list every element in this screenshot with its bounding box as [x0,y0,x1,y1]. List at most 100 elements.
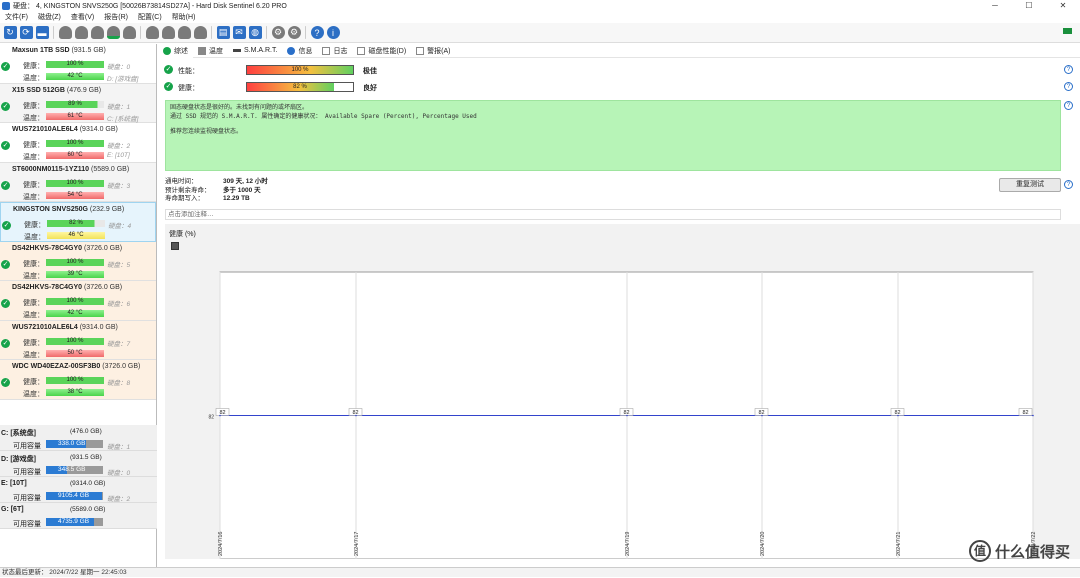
temperature-label: 温度： [23,391,44,398]
thermometer-icon [198,46,206,55]
retest-button[interactable]: 重复测试 [999,178,1061,192]
network-icon[interactable]: ◍ [248,26,262,39]
status-bar: 状态最后更新： 2024/7/22 星期一 22:45:03 [0,567,1080,577]
disk-number: 硬盘：4 [108,223,132,230]
menu-view[interactable]: 查看(V) [66,12,99,23]
report-icon[interactable]: ▤ [216,26,230,39]
data-point [626,414,628,417]
disk-number: 硬盘：2 [107,143,131,150]
health-bar: 100 % [46,337,104,345]
check-icon: ✓ [1,259,10,269]
tab-temperature[interactable]: 温度 [193,44,228,58]
tab-smart[interactable]: S.M.A.R.T. [228,44,282,58]
data-point [219,414,221,417]
health-label: 健康： [23,181,44,189]
menu-file[interactable]: 文件(F) [0,12,33,23]
disk-list-item[interactable]: KINGSTON SNVS250G (232.9 GB) ✓ 健康： 82 % … [0,202,156,242]
disk-name: WUS721010ALE6L4 (9314.0 GB) [12,126,118,133]
health-chart: 健康 (%) 82 82 82 82 82 82 82 2024/7/16 2024/7/17 2… [165,224,1080,559]
health-bar: 82 % [246,82,354,92]
disk-list-item[interactable]: DS42HKVS-78C4GY0 (3726.0 GB) ✓ 健康： 100 %… [0,241,156,281]
status-indicator-icon [1063,28,1072,34]
volume-item[interactable]: D: [游戏盘] (931.5 GB) 可用容量 348.5 GB 硬盘：0 [0,451,157,477]
refresh-icon[interactable]: ↻ [3,26,17,39]
menu-disk[interactable]: 磁盘(Z) [33,12,66,23]
disk-list-item[interactable]: DS42HKVS-78C4GY0 (3726.0 GB) ✓ 健康： 100 %… [0,281,156,321]
volume-name: C: [系统盘] [1,430,36,437]
disk-number: 硬盘：2 [107,496,131,503]
disk-number: 硬盘：8 [107,380,131,387]
message-line: 通过 SSD 规范的 S.M.A.R.T. 属性确定的健康状况： Availab… [170,113,477,120]
disk-icon[interactable]: ▬ [35,26,49,39]
disk-list-item[interactable]: WUS721010ALE6L4 (9314.0 GB) ✓ 健康： 100 % … [0,320,156,360]
settings-icon[interactable]: ⚙ [271,26,285,39]
volume-item[interactable]: C: [系统盘] (476.0 GB) 可用容量 338.0 GB 硬盘：1 [0,425,157,451]
health-label: 健康： [23,379,44,386]
note-input[interactable]: 点击添加注释… [165,209,1061,220]
disk-temp-icon[interactable] [74,26,88,39]
maximize-button[interactable]: ☐ [1012,0,1046,12]
x-tick-label: 2024/7/17 [354,532,360,556]
disk-save-icon[interactable] [193,26,207,39]
menu-report[interactable]: 报告(R) [99,12,133,23]
disk-tool-icon[interactable] [161,26,175,39]
disk-info-icon[interactable] [145,26,159,39]
tab-info[interactable]: 信息 [282,44,317,58]
disk-number: 硬盘：0 [107,64,131,71]
x-tick-label: 2024/7/19 [625,532,631,556]
help-icon[interactable]: ? [1064,65,1073,74]
help-icon[interactable]: ? [310,26,324,39]
tab-alerts[interactable]: 警报(A) [411,44,455,58]
help-icon[interactable]: ? [1064,82,1073,91]
check-icon: ✓ [1,378,10,387]
free-space-bar: 348.5 GB [46,466,103,474]
help-icon[interactable]: ? [1064,101,1073,110]
lifetime-writes-label: 寿命期写入： [165,195,204,202]
free-space-label: 可用容量 [13,469,41,476]
menu-config[interactable]: 配置(C) [133,12,167,23]
disk-log-icon[interactable] [90,26,104,39]
x-tick-label: 2024/7/21 [896,532,902,556]
disk-list-item[interactable]: X15 SSD 512GB (476.9 GB) ✓ 健康： 89 % 硬盘：1… [0,83,156,123]
health-bar: 100 % [46,140,104,147]
temperature-bar: 42 °C [46,73,104,80]
disk-list-item[interactable]: WDC WD40EZAZ-00SF3B0 (3726.0 GB) ✓ 健康： 1… [0,360,156,400]
disk-test-icon[interactable] [177,26,191,39]
volume-item[interactable]: G: [6T] (5589.0 GB) 可用容量 4735.9 GB [0,503,157,529]
minimize-button[interactable]: ─ [978,0,1012,12]
disk-list-item[interactable]: WUS721010ALE6L4 (9314.0 GB) ✓ 健康： 100 % … [0,123,156,163]
disk-warn-icon[interactable] [122,26,136,39]
disk-list-item[interactable]: Maxsun 1TB SSD (931.5 GB) ✓ 健康： 100 % 硬盘… [0,44,156,84]
disk-number: 硬盘：1 [107,444,131,451]
disk-green-icon[interactable] [106,26,120,39]
check-icon: ✓ [164,65,173,74]
health-bar: 100 % [46,298,104,305]
tab-overview[interactable]: 综述 [158,43,193,58]
disk-stats: 通电时间： 309 天, 12 小时 预计剩余寿命： 多于 1000 天 寿命期写入… [165,178,365,204]
performance-label: 性能： [178,68,199,75]
message-line: 推荐您连续监视硬盘状态。 [170,128,243,135]
disk-list-item[interactable]: ST6000NM0115-1YZ110 (5589.0 GB) ✓ 健康： 10… [0,162,156,202]
disk-health-icon[interactable] [58,26,72,39]
performance-status: 极佳 [363,68,377,75]
refresh-all-icon[interactable]: ⟳ [19,26,33,39]
temperature-bar: 42 °C [46,310,104,317]
temperature-bar: 50 °C [46,349,104,357]
info-icon[interactable]: i [326,26,340,39]
temperature-bar: 60 °C [46,152,104,159]
health-label: 健康： [24,222,45,229]
config-icon[interactable]: ⚙ [287,26,301,39]
disk-name: WUS721010ALE6L4 (9314.0 GB) [12,323,118,331]
tab-disk-performance[interactable]: 磁盘性能(D) [352,44,411,58]
volume-item[interactable]: E: [10T] (9314.0 GB) 可用容量 9105.4 GB 硬盘：2 [0,477,157,503]
email-icon[interactable]: ✉ [232,26,246,39]
tab-log[interactable]: 日志 [317,44,352,58]
disk-name: DS42HKVS-78C4GY0 (3726.0 GB) [12,244,123,252]
disk-number: 硬盘：7 [107,340,131,348]
close-button[interactable]: ✕ [1046,0,1080,12]
power-on-label: 通电时间： [165,178,198,185]
menu-help[interactable]: 帮助(H) [167,12,201,23]
temperature-bar: 46 °C [47,232,105,239]
temperature-bar: 39 °C [46,270,104,278]
help-icon[interactable]: ? [1064,180,1073,189]
